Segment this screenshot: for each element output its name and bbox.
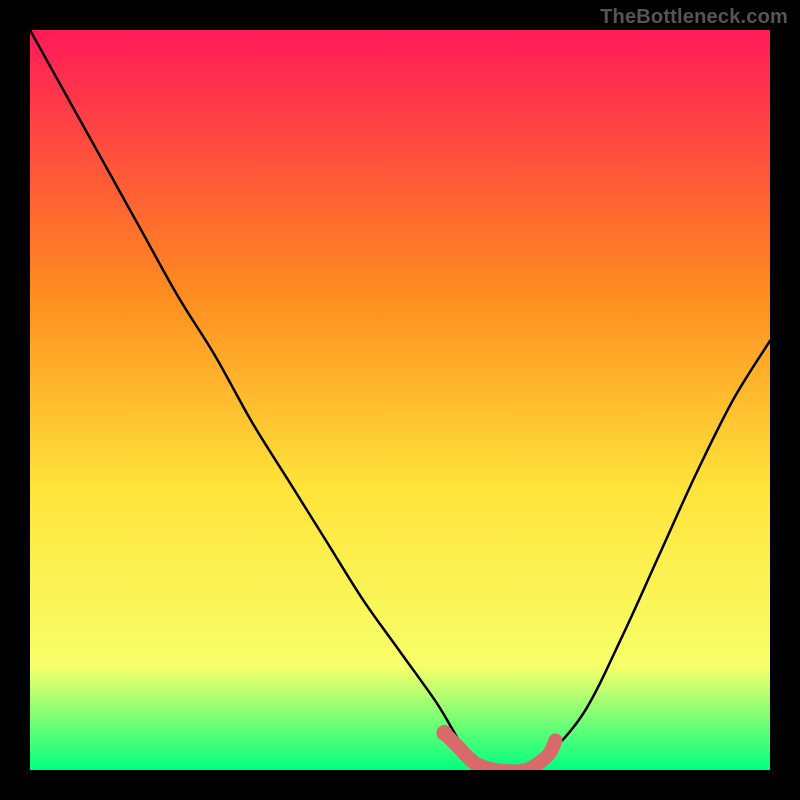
optimal-range-start-dot [436, 725, 452, 741]
plot-area [30, 30, 770, 770]
watermark-text: TheBottleneck.com [600, 6, 788, 29]
chart-frame: TheBottleneck.com [0, 0, 800, 800]
gradient-background [30, 30, 770, 770]
chart-svg [30, 30, 770, 770]
